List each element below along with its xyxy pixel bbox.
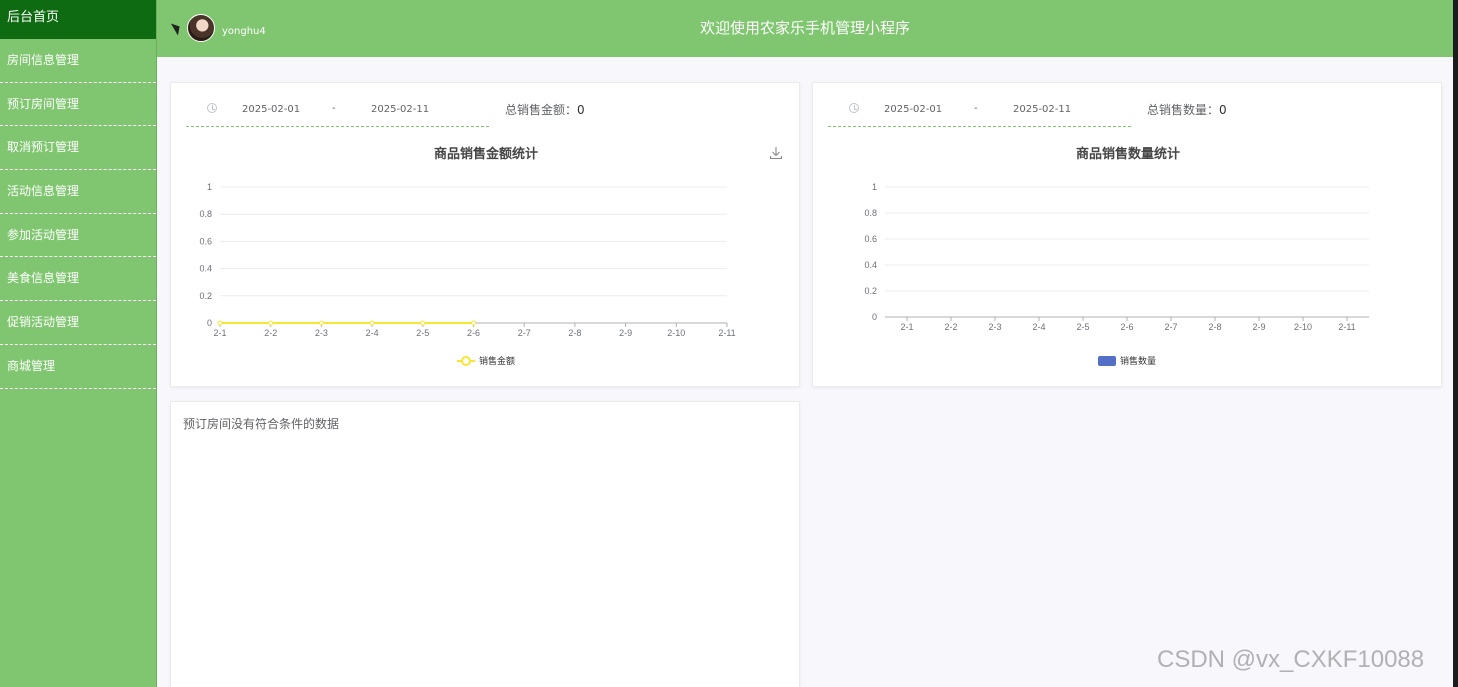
top-header: yonghu4 欢迎使用农家乐手机管理小程序 bbox=[157, 0, 1453, 57]
data-point bbox=[420, 320, 426, 326]
x-tick-label: 2-1 bbox=[213, 328, 226, 338]
x-tick-label: 2-6 bbox=[467, 328, 480, 338]
x-tick-label: 2-3 bbox=[315, 328, 328, 338]
data-point bbox=[268, 320, 274, 326]
booking-card: 预订房间没有符合条件的数据 bbox=[170, 401, 800, 687]
x-tick-label: 2-8 bbox=[568, 328, 581, 338]
x-tick-label: 2-9 bbox=[619, 328, 632, 338]
y-tick-label: 0.4 bbox=[864, 260, 877, 270]
sales-amount-card: 2025-02-01 - 2025-02-11 总销售金额：0 商品销售金额统计… bbox=[170, 82, 800, 387]
x-tick-label: 2-11 bbox=[1338, 322, 1355, 332]
x-tick-label: 2-5 bbox=[416, 328, 429, 338]
y-tick-label: 0.6 bbox=[199, 236, 212, 246]
y-tick-label: 0.4 bbox=[199, 264, 212, 274]
sidebar-item-room-booking[interactable]: 预订房间管理 bbox=[0, 83, 156, 127]
y-tick-label: 0 bbox=[207, 318, 212, 328]
empty-message: 预订房间没有符合条件的数据 bbox=[183, 417, 340, 431]
y-tick-label: 0.8 bbox=[864, 208, 877, 218]
x-tick-label: 2-7 bbox=[1164, 322, 1177, 332]
sales-quantity-card: 2025-02-01 - 2025-02-11 总销售数量：0 商品销售数量统计… bbox=[812, 82, 1442, 387]
data-point bbox=[369, 320, 375, 326]
sidebar-item-room-info[interactable]: 房间信息管理 bbox=[0, 39, 156, 83]
legend-marker-icon bbox=[461, 356, 471, 366]
legend-label: 销售数量 bbox=[1120, 355, 1156, 367]
x-tick-label: 2-2 bbox=[944, 322, 957, 332]
sales-amount-chart: 0 0.2 0.4 0.6 0.8 1 2-1 2-2 2-3 2-4 2-5 2-6 2-7 2-8 2-… bbox=[199, 182, 735, 367]
sidebar: 后台首页 房间信息管理 预订房间管理 取消预订管理 活动信息管理 参加活动管理 … bbox=[0, 0, 157, 687]
legend-label: 销售金额 bbox=[479, 355, 515, 367]
x-tick-label: 2-9 bbox=[1252, 322, 1265, 332]
x-tick-label: 2-6 bbox=[1120, 322, 1133, 332]
sidebar-item-home[interactable]: 后台首页 bbox=[0, 0, 156, 39]
page-title: 欢迎使用农家乐手机管理小程序 bbox=[699, 19, 910, 37]
sidebar-item-promotion[interactable]: 促销活动管理 bbox=[0, 301, 156, 345]
y-tick-label: 0.6 bbox=[864, 234, 877, 244]
data-point bbox=[318, 320, 324, 326]
window-edge bbox=[1453, 0, 1458, 687]
sidebar-item-cancel-booking[interactable]: 取消预订管理 bbox=[0, 126, 156, 171]
x-tick-label: 2-11 bbox=[718, 328, 735, 338]
y-tick-label: 1 bbox=[872, 182, 877, 192]
x-tick-label: 2-4 bbox=[1032, 322, 1045, 332]
legend-swatch-icon bbox=[1098, 356, 1116, 366]
sidebar-item-join-activity[interactable]: 参加活动管理 bbox=[0, 214, 156, 258]
y-tick-label: 0.2 bbox=[199, 291, 212, 301]
data-point bbox=[471, 320, 476, 326]
watermark: CSDN @vx_CXKF10088 bbox=[1157, 646, 1425, 673]
x-tick-label: 2-8 bbox=[1208, 322, 1221, 332]
sidebar-item-activity-info[interactable]: 活动信息管理 bbox=[0, 170, 156, 214]
x-tick-label: 2-3 bbox=[988, 322, 1001, 332]
sidebar-item-food-info[interactable]: 美食信息管理 bbox=[0, 257, 156, 302]
sales-quantity-chart: 0 0.2 0.4 0.6 0.8 1 2-1 2-2 2-3 2-4 2-5 2-6 2-7 2-8 2-… bbox=[864, 182, 1369, 367]
sidebar-item-mall[interactable]: 商城管理 bbox=[0, 345, 156, 389]
data-point bbox=[217, 320, 223, 326]
x-tick-label: 2-7 bbox=[518, 328, 531, 338]
x-tick-label: 2-2 bbox=[264, 328, 277, 338]
y-tick-label: 1 bbox=[207, 182, 212, 192]
x-tick-label: 2-4 bbox=[366, 328, 379, 338]
y-tick-label: 0 bbox=[872, 312, 877, 322]
y-tick-label: 0.8 bbox=[199, 209, 212, 219]
x-tick-label: 2-5 bbox=[1076, 322, 1089, 332]
x-tick-label: 2-10 bbox=[667, 328, 685, 338]
y-tick-label: 0.2 bbox=[864, 286, 877, 296]
x-tick-label: 2-10 bbox=[1294, 322, 1312, 332]
x-tick-label: 2-1 bbox=[900, 322, 913, 332]
